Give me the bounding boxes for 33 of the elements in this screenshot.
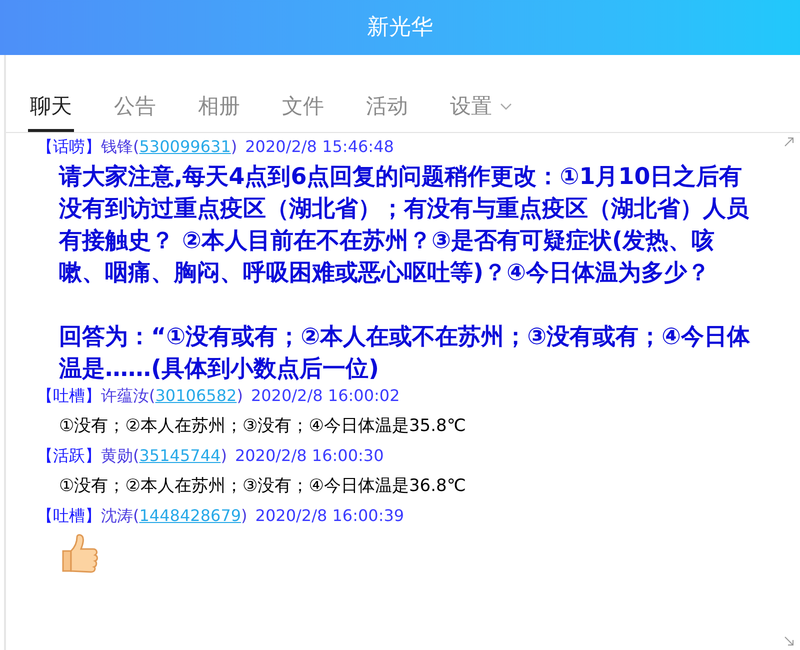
sender-name: 黄勋( — [101, 445, 140, 467]
member-tag: 【吐槽】 — [37, 385, 101, 407]
tab[interactable]: 公告 — [112, 84, 158, 132]
member-tag: 【活跃】 — [37, 445, 101, 467]
paren-close: ) — [220, 445, 227, 467]
announcement-text: 回答为：“①没有或有；②本人在或不在苏州；③没有或有；④今日体温是……(具体到小数点后一位) — [59, 323, 752, 384]
message-time: 2020/2/8 16:00:39 — [255, 505, 404, 527]
scroll-down-icon[interactable] — [784, 636, 794, 646]
scroll-up-icon[interactable] — [784, 137, 794, 147]
message-time: 2020/2/8 16:00:02 — [250, 385, 400, 407]
sender-id-link[interactable]: 530099631 — [139, 136, 231, 158]
tab[interactable]: 活动 — [364, 84, 410, 132]
member-tag: 【话唠】 — [37, 136, 101, 158]
sender-id-link[interactable]: 30106582 — [155, 385, 237, 407]
paren-close: ) — [230, 136, 238, 158]
window-title: 新光华 — [367, 14, 433, 42]
sender-id-link[interactable]: 1448428679 — [139, 505, 242, 527]
tab[interactable]: 相册 — [196, 84, 242, 132]
member-tag: 【吐槽】 — [37, 505, 101, 527]
sender-name: 许蕴汝( — [101, 385, 156, 407]
message-time: 2020/2/8 16:00:30 — [234, 445, 384, 467]
sender-id-link[interactable]: 35145744 — [139, 445, 221, 467]
paren-close: ) — [241, 505, 248, 527]
message-text: ①没有；②本人在苏州；③没有；④今日体温是35.8℃ — [58, 415, 467, 438]
announcement-text: 请大家注意,每天4点到6点回复的问题稍作更改：①1月10日之后有没有到访过重点疫区（湖北省）；有没有与重点疫区（湖北省）人员有接触史？ ②本人目前在不在苏州？③是否有可疑症状(发热、咳嗽、咽痛、胸闷、呼吸困难或恶心呕吐等)？④今日体温为多少？ — [59, 163, 750, 288]
sender-name: 钱锋( — [101, 136, 140, 158]
tab[interactable]: 聊天 — [28, 84, 74, 132]
tab[interactable]: 设置 — [448, 84, 514, 132]
sender-name: 沈涛( — [101, 505, 140, 527]
message-text: ①没有；②本人在苏州；③没有；④今日体温是36.8℃ — [58, 475, 467, 498]
message-time: 2020/2/8 15:46:48 — [245, 136, 394, 158]
tab[interactable]: 文件 — [280, 84, 326, 132]
paren-close: ) — [236, 385, 243, 407]
